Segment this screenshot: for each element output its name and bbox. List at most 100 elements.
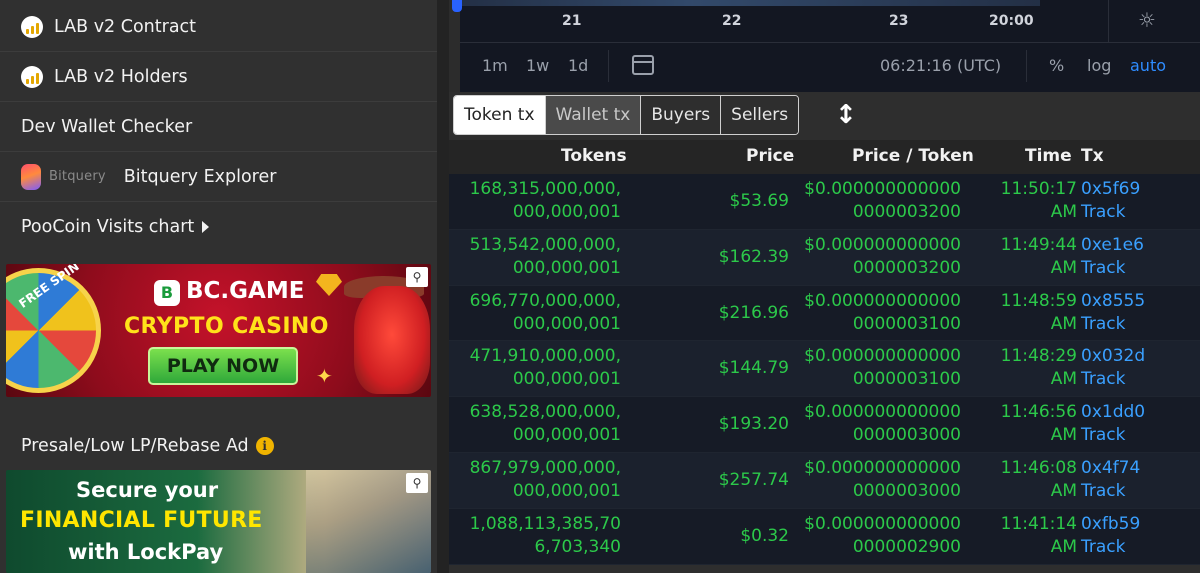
toolbar-divider (608, 50, 609, 82)
price-chart[interactable]: 21 22 23 20:00 ☼ 1m 1w 1d 06:21:16 (UTC)… (452, 0, 1200, 92)
track-link[interactable]: Track (1081, 536, 1191, 559)
table-row[interactable]: 1,088,113,385,706,703,340 $0.32 $0.0000000… (449, 508, 1200, 565)
lockpay-ad-banner[interactable]: Secure your FINANCIAL FUTURE with LockPa… (6, 470, 431, 573)
transactions-panel: Token tx Wallet tx Buyers Sellers ↕ Toke… (449, 92, 1200, 573)
table-row[interactable]: 513,542,000,000,000,000,001 $162.39 $0.000… (449, 229, 1200, 286)
cell-tokens: 638,528,000,000,000,000,001 (469, 402, 621, 446)
cell-tx: 0x4f74 Track (1081, 457, 1191, 503)
track-link[interactable]: Track (1081, 368, 1191, 391)
time-value: 11:41:14 (1000, 513, 1077, 534)
ad-choices-icon[interactable]: ⚲ (406, 267, 428, 287)
sidebar-item-contract[interactable]: LAB v2 Contract (0, 2, 437, 52)
time-value: 11:46:08 (1000, 457, 1077, 478)
cell-tx: 0xfb59 Track (1081, 513, 1191, 559)
time-meridiem: AM (1050, 480, 1077, 501)
cell-price-per-token: $0.0000000000000000002900 (804, 513, 961, 557)
sidebar-item-holders[interactable]: LAB v2 Holders (0, 52, 437, 102)
chart-bars-icon (21, 65, 43, 88)
track-link[interactable]: Track (1081, 424, 1191, 447)
sidebar-item-poocoin-visits[interactable]: PooCoin Visits chart (0, 202, 437, 252)
chart-settings-gear-icon[interactable]: ☼ (1138, 10, 1158, 30)
sidebar-item-bitquery-explorer[interactable]: Bitquery Bitquery Explorer (0, 152, 437, 202)
tab-wallet-tx[interactable]: Wallet tx (545, 96, 642, 134)
timeframe-1d-button[interactable]: 1d (568, 56, 588, 75)
track-link[interactable]: Track (1081, 480, 1191, 503)
sidebar-item-dev-wallet-checker[interactable]: Dev Wallet Checker (0, 102, 437, 152)
tx-hash-link[interactable]: 0xfb59 (1081, 513, 1191, 536)
table-row[interactable]: 168,315,000,000,000,000,001 $53.69 $0.0000… (449, 174, 1200, 230)
time-value: 11:46:56 (1000, 402, 1077, 423)
app-window: LAB v2 Contract LAB v2 Holders Dev Walle… (0, 0, 1200, 573)
track-link[interactable]: Track (1081, 257, 1191, 280)
log-scale-toggle[interactable]: log (1087, 56, 1111, 75)
cell-tokens: 867,979,000,000,000,000,001 (469, 457, 621, 501)
table-row[interactable]: 867,979,000,000,000,000,001 $257.74 $0.000… (449, 452, 1200, 509)
x-axis-tick: 22 (722, 13, 742, 29)
time-meridiem: AM (1050, 202, 1077, 222)
resize-vertical-icon[interactable]: ↕ (835, 100, 857, 130)
col-header-tokens[interactable]: Tokens (561, 146, 627, 166)
cell-tx: 0x1dd0 Track (1081, 401, 1191, 447)
sidebar-item-label: LAB v2 Contract (54, 16, 197, 37)
tab-token-tx[interactable]: Token tx (454, 96, 546, 134)
time-meridiem: AM (1050, 536, 1077, 557)
time-value: 11:48:29 (1000, 346, 1077, 367)
bitquery-brand: Bitquery (49, 169, 106, 184)
auto-scale-toggle[interactable]: auto (1130, 56, 1166, 75)
cell-time: 11:48:59 AM (979, 290, 1077, 336)
track-link[interactable]: Track (1081, 201, 1191, 224)
percent-scale-toggle[interactable]: % (1049, 56, 1064, 75)
panel-gutter (437, 0, 449, 573)
sidebar-item-label: PooCoin Visits chart (21, 217, 195, 237)
tab-sellers[interactable]: Sellers (721, 96, 799, 134)
cell-time: 11:48:29 AM (979, 345, 1077, 391)
cell-time: 11:50:17 AM (979, 178, 1077, 224)
sidebar-item-label: LAB v2 Holders (54, 66, 188, 87)
chart-scroll-handle[interactable] (452, 0, 462, 12)
table-row[interactable]: 696,770,000,000,000,000,001 $216.96 $0.000… (449, 285, 1200, 342)
col-header-price[interactable]: Price (746, 146, 794, 166)
tab-buyers[interactable]: Buyers (641, 96, 722, 134)
ad-headline: CRYPTO CASINO (124, 314, 329, 339)
ad-choices-icon[interactable]: ⚲ (406, 473, 428, 493)
tx-hash-link[interactable]: 0x1dd0 (1081, 401, 1191, 424)
tx-tab-group: Token tx Wallet tx Buyers Sellers (453, 95, 800, 135)
toolbar-divider (1026, 50, 1027, 82)
bc-game-ad-banner[interactable]: FREE SPIN B BC.GAME CRYPTO CASINO PLAY N… (6, 264, 431, 397)
timeframe-1w-button[interactable]: 1w (526, 56, 549, 75)
cell-tx: 0x032d Track (1081, 345, 1191, 391)
info-icon[interactable]: i (255, 437, 274, 455)
cell-price: $53.69 (729, 191, 789, 211)
chart-volume-strip (460, 0, 1040, 6)
time-meridiem: AM (1050, 369, 1077, 390)
table-row[interactable]: 471,910,000,000,000,000,001 $144.79 $0.000… (449, 341, 1200, 398)
tx-hash-link[interactable]: 0x4f74 (1081, 457, 1191, 480)
cell-tokens: 168,315,000,000,000,000,001 (469, 179, 621, 222)
axis-divider (1108, 0, 1109, 42)
cell-price-per-token: $0.0000000000000000003200 (804, 234, 961, 278)
timeframe-1m-button[interactable]: 1m (482, 56, 508, 75)
presale-ad-label: Presale/Low LP/Rebase Ad i (21, 436, 274, 456)
col-header-price-per-token[interactable]: Price / Token (852, 146, 974, 166)
col-header-tx[interactable]: Tx (1081, 146, 1104, 166)
sidebar: LAB v2 Contract LAB v2 Holders Dev Walle… (0, 0, 437, 573)
col-header-time[interactable]: Time (1025, 146, 1072, 166)
track-link[interactable]: Track (1081, 313, 1191, 336)
calendar-goto-icon[interactable] (632, 55, 654, 75)
ad-brand-name: BC.GAME (186, 278, 305, 304)
tx-hash-link[interactable]: 0x8555 (1081, 290, 1191, 313)
utc-clock: 06:21:16 (UTC) (880, 56, 1002, 75)
tx-hash-link[interactable]: 0xe1e6 (1081, 234, 1191, 257)
ad-line-2: FINANCIAL FUTURE (20, 508, 263, 533)
x-axis-tick: 20:00 (989, 13, 1034, 29)
cell-tokens: 513,542,000,000,000,000,001 (469, 234, 621, 278)
table-row[interactable]: 638,528,000,000,000,000,001 $193.20 $0.000… (449, 397, 1200, 453)
tx-hash-link[interactable]: 0x5f69 (1081, 178, 1191, 201)
play-now-button[interactable]: PLAY NOW (148, 347, 298, 385)
tx-hash-link[interactable]: 0x032d (1081, 345, 1191, 368)
dragon-mascot-graphic (354, 286, 430, 394)
time-meridiem: AM (1050, 425, 1077, 446)
cell-tokens: 471,910,000,000,000,000,001 (469, 346, 621, 390)
chart-bars-icon (21, 15, 43, 38)
ad-line-3: with LockPay (68, 540, 224, 564)
